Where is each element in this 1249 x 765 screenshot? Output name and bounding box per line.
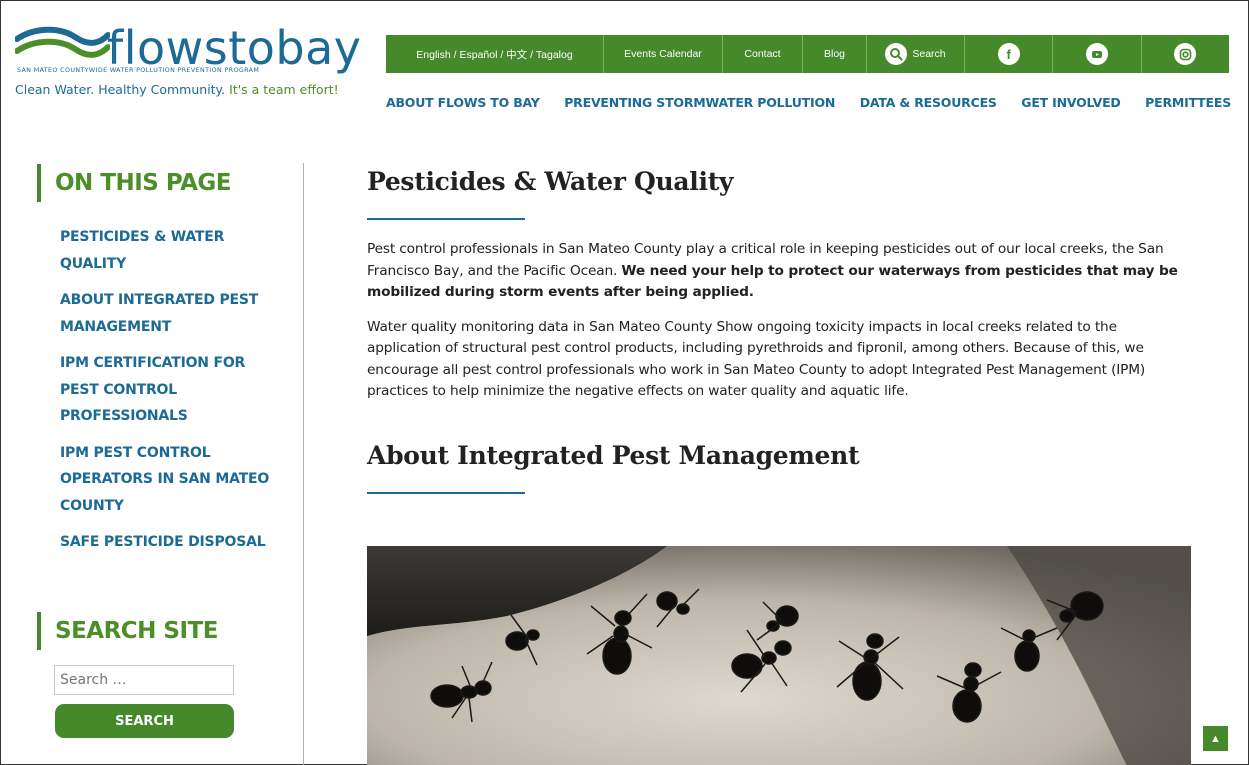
main-nav: ABOUT FLOWS TO BAY PREVENTING STORMWATER… xyxy=(386,95,1231,110)
back-to-top-button[interactable]: ▲ xyxy=(1203,726,1228,751)
logo-subtitle: SAN MATEO COUNTYWIDE WATER POLLUTION PRE… xyxy=(17,67,260,74)
youtube-link[interactable] xyxy=(1053,35,1142,73)
tagline-green: It's a team effort! xyxy=(225,82,339,97)
events-calendar-link[interactable]: Events Calendar xyxy=(604,35,723,73)
nav-data-resources[interactable]: DATA & RESOURCES xyxy=(860,95,997,110)
nav-get-involved[interactable]: GET INVOLVED xyxy=(1021,95,1121,110)
title-underline xyxy=(367,218,525,220)
logo-tagline: Clean Water. Healthy Community. It's a t… xyxy=(15,82,339,97)
blog-link[interactable]: Blog xyxy=(803,35,867,73)
facebook-link[interactable]: f xyxy=(965,35,1054,73)
language-switcher[interactable]: English / Español / 中文 / Tagalog xyxy=(386,35,604,73)
toc-safe-disposal[interactable]: SAFE PESTICIDE DISPOSAL xyxy=(60,529,277,556)
chevron-up-icon: ▲ xyxy=(1210,732,1221,745)
nav-about[interactable]: ABOUT FLOWS TO BAY xyxy=(386,95,540,110)
toc-pesticides-water-quality[interactable]: PESTICIDES & WATER QUALITY xyxy=(60,224,277,277)
search-toggle[interactable]: Search xyxy=(867,35,965,73)
ants-illustration xyxy=(367,546,1191,765)
tagline-blue: Clean Water. Healthy Community. xyxy=(15,82,226,97)
site-logo[interactable]: flowstobay SAN MATEO COUNTYWIDE WATER PO… xyxy=(15,21,361,100)
toc-ipm-operators[interactable]: IPM PEST CONTROL OPERATORS IN SAN MATEO … xyxy=(60,440,277,520)
toc-about-ipm[interactable]: ABOUT INTEGRATED PEST MANAGEMENT xyxy=(60,287,277,340)
search-label: Search xyxy=(912,48,946,60)
search-icon xyxy=(885,43,908,65)
search-input[interactable] xyxy=(54,665,234,695)
sidebar-divider xyxy=(303,163,304,765)
ants-photo xyxy=(367,546,1191,765)
on-this-page-list: PESTICIDES & WATER QUALITY ABOUT INTEGRA… xyxy=(37,224,277,556)
ipm-underline xyxy=(367,491,525,494)
nav-permittees[interactable]: PERMITTEES xyxy=(1145,95,1231,110)
page-title: Pesticides & Water Quality xyxy=(367,167,734,196)
sidebar-heading: ON THIS PAGE xyxy=(37,164,277,202)
sidebar: ON THIS PAGE PESTICIDES & WATER QUALITY … xyxy=(37,164,277,566)
intro-paragraph: Pest control professionals in San Mateo … xyxy=(367,239,1192,304)
main-content: Pesticides & Water Quality Pest control … xyxy=(367,167,1192,494)
monitoring-paragraph: Water quality monitoring data in San Mat… xyxy=(367,318,1146,400)
utility-bar: English / Español / 中文 / Tagalog Events … xyxy=(386,35,1229,73)
contact-link[interactable]: Contact xyxy=(723,35,803,73)
search-button[interactable]: SEARCH xyxy=(55,704,234,738)
facebook-icon: f xyxy=(997,43,1020,65)
ipm-heading: About Integrated Pest Management xyxy=(367,440,860,470)
toc-ipm-certification[interactable]: IPM CERTIFICATION FOR PEST CONTROL PROFE… xyxy=(60,350,277,430)
instagram-link[interactable] xyxy=(1142,35,1229,73)
search-site-heading: SEARCH SITE xyxy=(37,612,218,650)
youtube-icon xyxy=(1085,43,1108,65)
nav-preventing-pollution[interactable]: PREVENTING STORMWATER POLLUTION xyxy=(564,95,835,110)
instagram-icon xyxy=(1174,43,1197,65)
wave-logo-icon xyxy=(15,26,110,58)
